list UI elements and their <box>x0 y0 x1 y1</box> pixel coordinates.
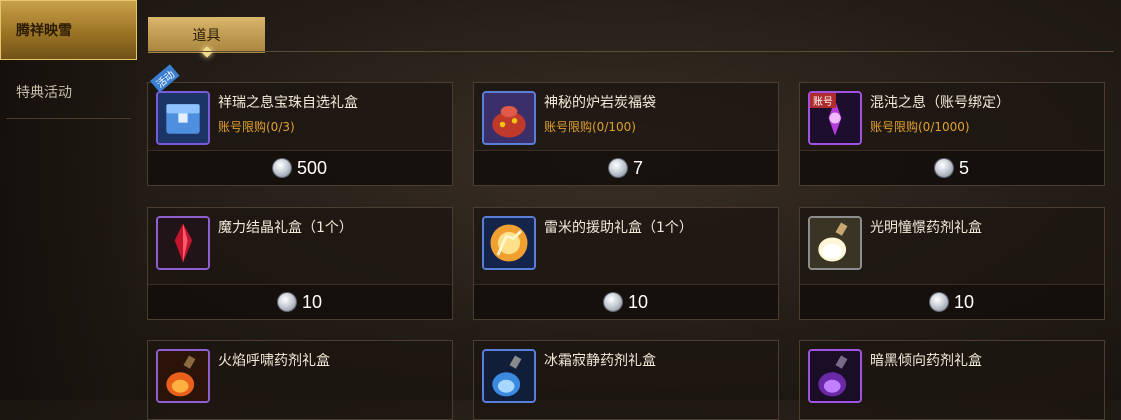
price-area: 10 <box>800 284 1104 319</box>
fire-potion-icon <box>156 349 210 403</box>
shop-item-card[interactable]: 冰霜寂静药剂礼盒 <box>473 340 779 420</box>
event-badge: 活动 <box>150 64 180 93</box>
item-price: 500 <box>296 157 328 178</box>
sidebar-item-label: 特典活动 <box>16 85 72 101</box>
item-name: 光明憧憬药剂礼盒 <box>870 220 982 236</box>
price-area: 500 <box>148 150 452 185</box>
item-name: 混沌之息（账号绑定） <box>870 95 1010 111</box>
shop-item-card[interactable]: 神秘的炉岩炭福袋 账号限购(0/100) 7 <box>473 82 779 186</box>
light-potion-icon <box>808 216 862 270</box>
silver-coin-icon <box>277 293 296 311</box>
item-price: 10 <box>627 291 649 312</box>
purchase-limit: 账号限购(0/3) <box>218 120 295 134</box>
tab-underline <box>148 51 1114 52</box>
sidebar <box>0 0 137 400</box>
sidebar-item-tengxiang-yingxue[interactable]: 腾祥映雪 <box>0 0 137 60</box>
item-price: 10 <box>953 291 975 312</box>
item-name: 神秘的炉岩炭福袋 <box>544 95 656 111</box>
tab-label: 道具 <box>192 28 221 44</box>
silver-coin-icon <box>929 293 948 311</box>
purchase-limit: 账号限购(0/1000) <box>870 120 970 134</box>
shop-item-card[interactable]: 光明憧憬药剂礼盒 10 <box>799 207 1105 320</box>
shop-item-card[interactable]: 魔力结晶礼盒（1个） 10 <box>147 207 453 320</box>
item-price: 5 <box>958 157 969 178</box>
silver-coin-icon <box>934 159 953 177</box>
item-name: 冰霜寂静药剂礼盒 <box>544 353 656 369</box>
dark-potion-icon <box>808 349 862 403</box>
item-price: 10 <box>301 291 323 312</box>
item-name: 雷米的援助礼盒（1个） <box>544 220 693 236</box>
red-crystal-icon <box>156 216 210 270</box>
shop-item-card[interactable]: 火焰呼啸药剂礼盒 <box>147 340 453 420</box>
shop-item-card[interactable]: 活动 祥瑞之息宝珠自选礼盒 账号限购(0/3) 500 <box>147 64 453 186</box>
item-name: 火焰呼啸药剂礼盒 <box>218 353 330 369</box>
account-bound-badge: 账号 <box>810 93 836 108</box>
sidebar-item-special-event[interactable]: 特典活动 <box>0 72 137 112</box>
price-area: 10 <box>474 284 778 319</box>
item-price: 7 <box>632 157 643 178</box>
price-area: 10 <box>148 284 452 319</box>
blue-chest-icon <box>156 91 210 145</box>
shop-item-card[interactable]: 雷米的援助礼盒（1个） 10 <box>473 207 779 320</box>
frost-potion-icon <box>482 349 536 403</box>
item-name: 魔力结晶礼盒（1个） <box>218 220 353 236</box>
shop-item-card[interactable]: 暗黑倾向药剂礼盒 <box>799 340 1105 420</box>
item-name: 暗黑倾向药剂礼盒 <box>870 353 982 369</box>
price-area: 5 <box>800 150 1104 185</box>
silver-coin-icon <box>272 159 291 177</box>
glowing-hand-icon <box>482 216 536 270</box>
item-name: 祥瑞之息宝珠自选礼盒 <box>218 95 358 111</box>
sidebar-divider <box>6 118 131 119</box>
silver-coin-icon <box>608 159 627 177</box>
silver-coin-icon <box>603 293 622 311</box>
purchase-limit: 账号限购(0/100) <box>544 120 636 134</box>
lucky-bag-icon <box>482 91 536 145</box>
sidebar-item-label: 腾祥映雪 <box>16 23 72 39</box>
shop-item-card[interactable]: 账号 混沌之息（账号绑定） 账号限购(0/1000) 5 <box>799 82 1105 186</box>
price-area: 7 <box>474 150 778 185</box>
